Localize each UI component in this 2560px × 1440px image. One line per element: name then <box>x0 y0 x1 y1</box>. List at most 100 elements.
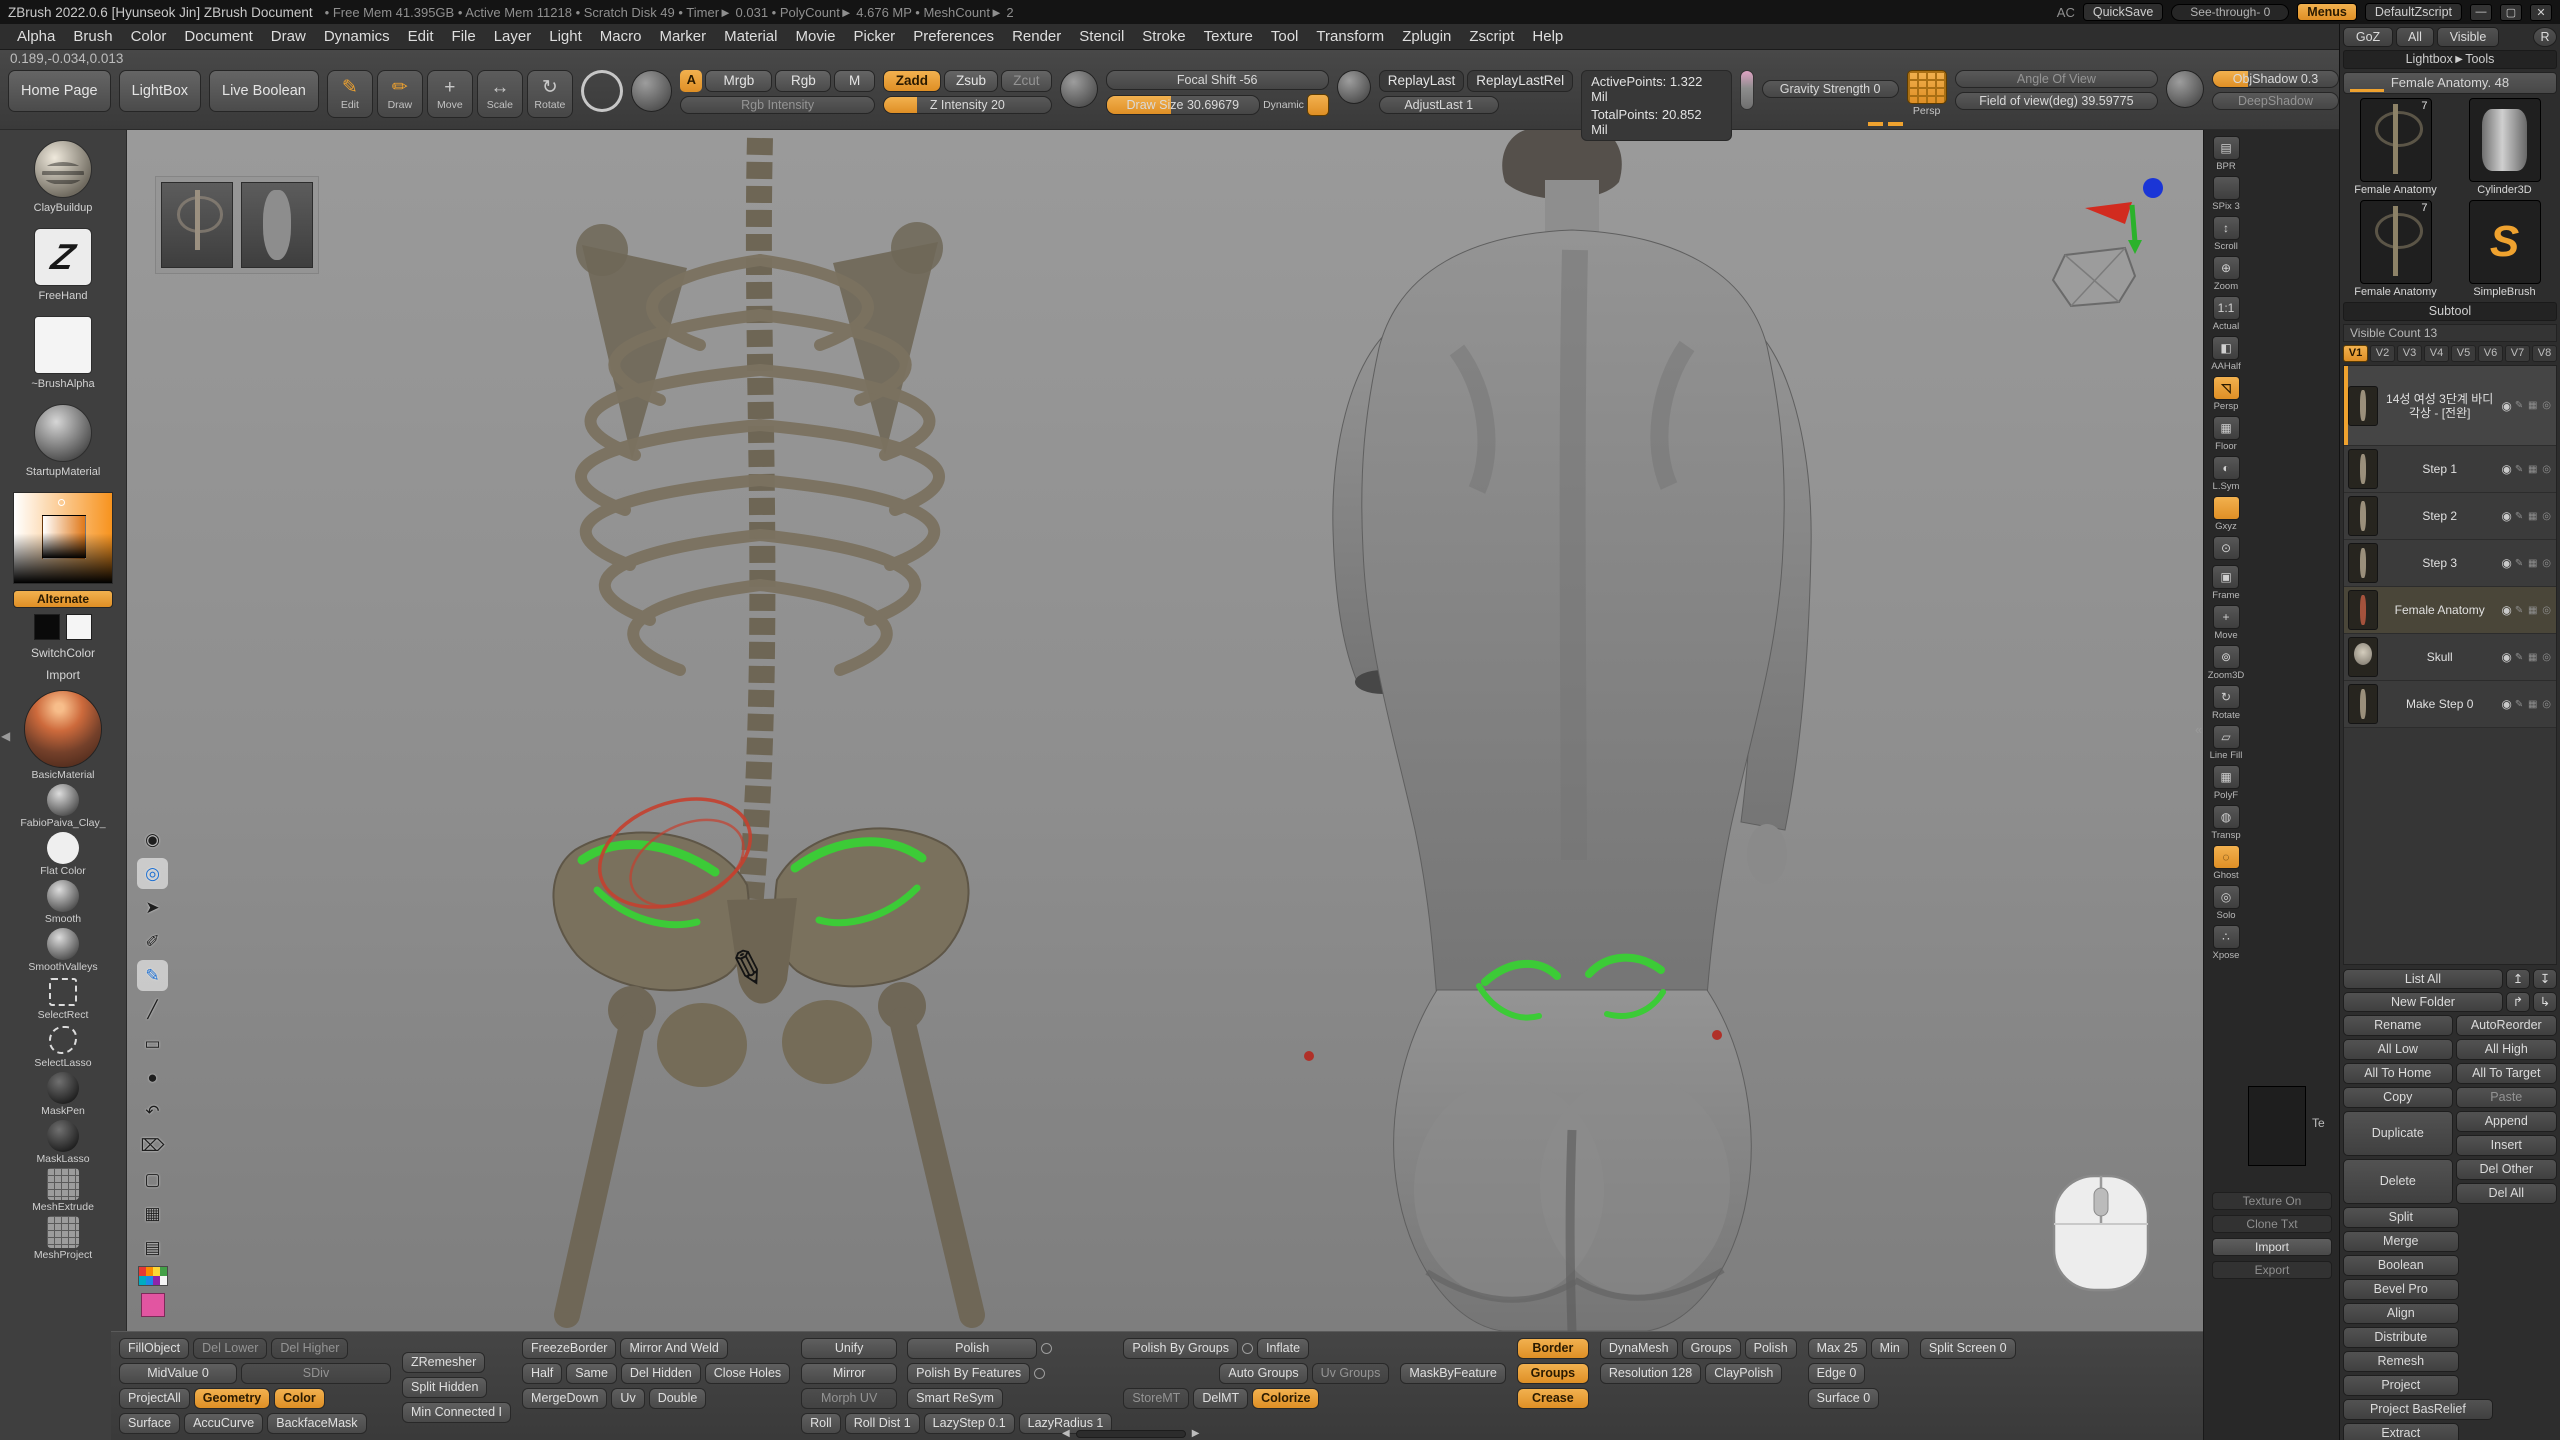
eye-icon[interactable]: ◉ <box>2501 399 2511 413</box>
deep-shadow-slider[interactable]: DeepShadow <box>2212 92 2339 110</box>
merge-down-button[interactable]: MergeDown <box>522 1388 607 1409</box>
import-button[interactable]: Import <box>46 668 80 682</box>
del-hidden-button[interactable]: Del Hidden <box>621 1363 701 1384</box>
menu-item[interactable]: Marker <box>650 26 715 47</box>
subtool-row[interactable]: Step 2 ◉ ✎ ▦ ◎ <box>2344 493 2556 540</box>
left-tray-collapse-arrow[interactable]: ◀ <box>1 729 10 743</box>
tray-item[interactable]: Smooth <box>45 880 81 925</box>
menu-item[interactable]: Stroke <box>1133 26 1194 47</box>
version-tab[interactable]: V2 <box>2370 345 2395 362</box>
tray-item[interactable]: MeshProject <box>34 1216 92 1261</box>
auto-reorder-button[interactable]: AutoReorder <box>2456 1015 2557 1036</box>
gravity-slider[interactable]: Gravity Strength 0 <box>1762 80 1899 98</box>
align-button[interactable]: Align <box>2343 1303 2459 1324</box>
shelf-button[interactable]: ⊚ Zoom3D <box>2208 645 2244 681</box>
visibility-icon[interactable]: ◎ <box>137 858 168 889</box>
accu-curve-button[interactable]: AccuCurve <box>184 1413 263 1434</box>
tool-slot[interactable]: Cylinder3D <box>2452 98 2557 196</box>
goz-button[interactable]: GoZ <box>2343 27 2393 47</box>
skeleton-model[interactable] <box>553 138 972 1315</box>
material-preview-button[interactable] <box>631 70 673 112</box>
shelf-button[interactable]: ◹ Persp <box>2213 376 2240 412</box>
max-slider[interactable]: Max 25 <box>1808 1338 1867 1359</box>
m-button[interactable]: M <box>834 70 875 92</box>
menu-item[interactable]: Render <box>1003 26 1070 47</box>
tray-slot[interactable]: ~BrushAlpha <box>26 316 101 390</box>
mirror-button[interactable]: Mirror <box>801 1363 897 1384</box>
cursor-icon[interactable]: ➤ <box>137 892 168 923</box>
all-high-button[interactable]: All High <box>2456 1039 2557 1060</box>
tray-item[interactable]: MeshExtrude <box>32 1168 94 1213</box>
clone-txt-button[interactable]: Clone Txt <box>2212 1215 2332 1233</box>
obj-shadow-slider[interactable]: ObjShadow 0.3 <box>2212 70 2339 88</box>
resolution-slider[interactable]: Resolution 128 <box>1600 1363 1701 1384</box>
menu-item[interactable]: Dynamics <box>315 26 399 47</box>
home-page-button[interactable]: Home Page <box>8 70 111 112</box>
del-mt-button[interactable]: DelMT <box>1193 1388 1248 1409</box>
eye-icon[interactable]: ◉ <box>2501 556 2511 570</box>
project-button[interactable]: Project <box>2343 1375 2459 1396</box>
same-button[interactable]: Same <box>566 1363 617 1384</box>
clipboard-icon[interactable]: ▤ <box>137 1232 168 1263</box>
uv-groups-button[interactable]: Uv Groups <box>1312 1363 1390 1384</box>
main-color-swatch[interactable] <box>34 614 60 640</box>
menu-item[interactable]: Zplugin <box>1393 26 1460 47</box>
polish-by-groups-button[interactable]: Polish By Groups <box>1123 1338 1238 1359</box>
tray-slot[interactable]: StartupMaterial <box>26 404 101 478</box>
subtool-mini-icons[interactable]: ✎ ▦ ◎ <box>2515 558 2552 569</box>
shelf-button[interactable]: ↻ Rotate <box>2212 685 2240 721</box>
board-icon[interactable]: ▦ <box>137 1198 168 1229</box>
subtool-row[interactable]: Make Step 0 ◉ ✎ ▦ ◎ <box>2344 681 2556 728</box>
lightbox-tools-header[interactable]: Lightbox►Tools <box>2343 50 2557 69</box>
axis-gizmo-icon[interactable] <box>2085 178 2163 254</box>
trash-icon[interactable]: ⌦ <box>137 1130 168 1161</box>
shelf-button[interactable]: + Move <box>2213 605 2240 641</box>
lazy-step-slider[interactable]: LazyStep 0.1 <box>924 1413 1015 1434</box>
roll-dist-slider[interactable]: Roll Dist 1 <box>845 1413 920 1434</box>
pencil-icon[interactable]: ✎ <box>137 960 168 991</box>
subtool-row-icons[interactable]: ◉ ✎ ▦ ◎ <box>2501 399 2552 413</box>
subtool-row-icons[interactable]: ◉ ✎ ▦ ◎ <box>2501 509 2552 523</box>
tray-item[interactable]: FabioPaiva_Clay_ <box>20 784 105 829</box>
menu-item[interactable]: Help <box>1523 26 1572 47</box>
subtool-row[interactable]: Step 3 ◉ ✎ ▦ ◎ <box>2344 540 2556 587</box>
polish-by-features-toggle-icon[interactable] <box>1034 1368 1045 1379</box>
list-all-button[interactable]: List All <box>2343 969 2503 989</box>
menu-item[interactable]: Macro <box>591 26 651 47</box>
mirror-and-weld-button[interactable]: Mirror And Weld <box>620 1338 727 1359</box>
shelf-button[interactable]: ◧ AAHalf <box>2211 336 2241 372</box>
right-tray-collapse-arrow[interactable]: « <box>2195 722 2202 737</box>
r-button[interactable]: R <box>2533 27 2557 47</box>
switch-color-button[interactable]: SwitchColor <box>31 646 95 660</box>
menus-button[interactable]: Menus <box>2297 3 2357 21</box>
tray-slot[interactable]: FreeHand <box>26 228 101 302</box>
backface-mask-button[interactable]: BackfaceMask <box>267 1413 366 1434</box>
texture-export-button[interactable]: Export <box>2212 1261 2332 1279</box>
eraser-icon[interactable]: ▭ <box>137 1028 168 1059</box>
shelf-button[interactable]: ↕ Scroll <box>2213 216 2240 252</box>
z-intensity-slider[interactable]: Z Intensity 20 <box>883 96 1052 114</box>
mode-button[interactable]: + Move <box>427 70 473 118</box>
body-model[interactable] <box>1304 130 1811 1331</box>
split-hidden-button[interactable]: Split Hidden <box>402 1377 487 1398</box>
all-to-target-button[interactable]: All To Target <box>2456 1063 2557 1084</box>
tool-slot[interactable]: 7 Female Anatomy <box>2343 98 2448 196</box>
move-up-button[interactable]: ↥ <box>2506 969 2530 989</box>
subtool-mini-icons[interactable]: ✎ ▦ ◎ <box>2515 464 2552 475</box>
focal-shift-slider[interactable]: Focal Shift -56 <box>1106 70 1329 90</box>
saturation-square[interactable] <box>42 515 86 559</box>
dynamesh-polish-button[interactable]: Polish <box>1745 1338 1797 1359</box>
menu-item[interactable]: Zscript <box>1460 26 1523 47</box>
see-through-slider[interactable]: See-through- 0 <box>2171 4 2289 21</box>
freeze-border-button[interactable]: FreezeBorder <box>522 1338 616 1359</box>
current-tool-button[interactable]: Female Anatomy. 48 <box>2343 72 2557 94</box>
visible-button[interactable]: Visible <box>2437 27 2499 47</box>
unify-button[interactable]: Unify <box>801 1338 897 1359</box>
tray-item[interactable]: MaskPen <box>41 1072 85 1117</box>
replay-last-rel-button[interactable]: ReplayLastRel <box>1467 70 1573 92</box>
menu-item[interactable]: Document <box>175 26 261 47</box>
mode-button[interactable]: ✎ Edit <box>327 70 373 118</box>
half-button[interactable]: Half <box>522 1363 562 1384</box>
minimize-icon[interactable]: — <box>2470 4 2492 21</box>
extract-button[interactable]: Extract <box>2343 1423 2459 1440</box>
